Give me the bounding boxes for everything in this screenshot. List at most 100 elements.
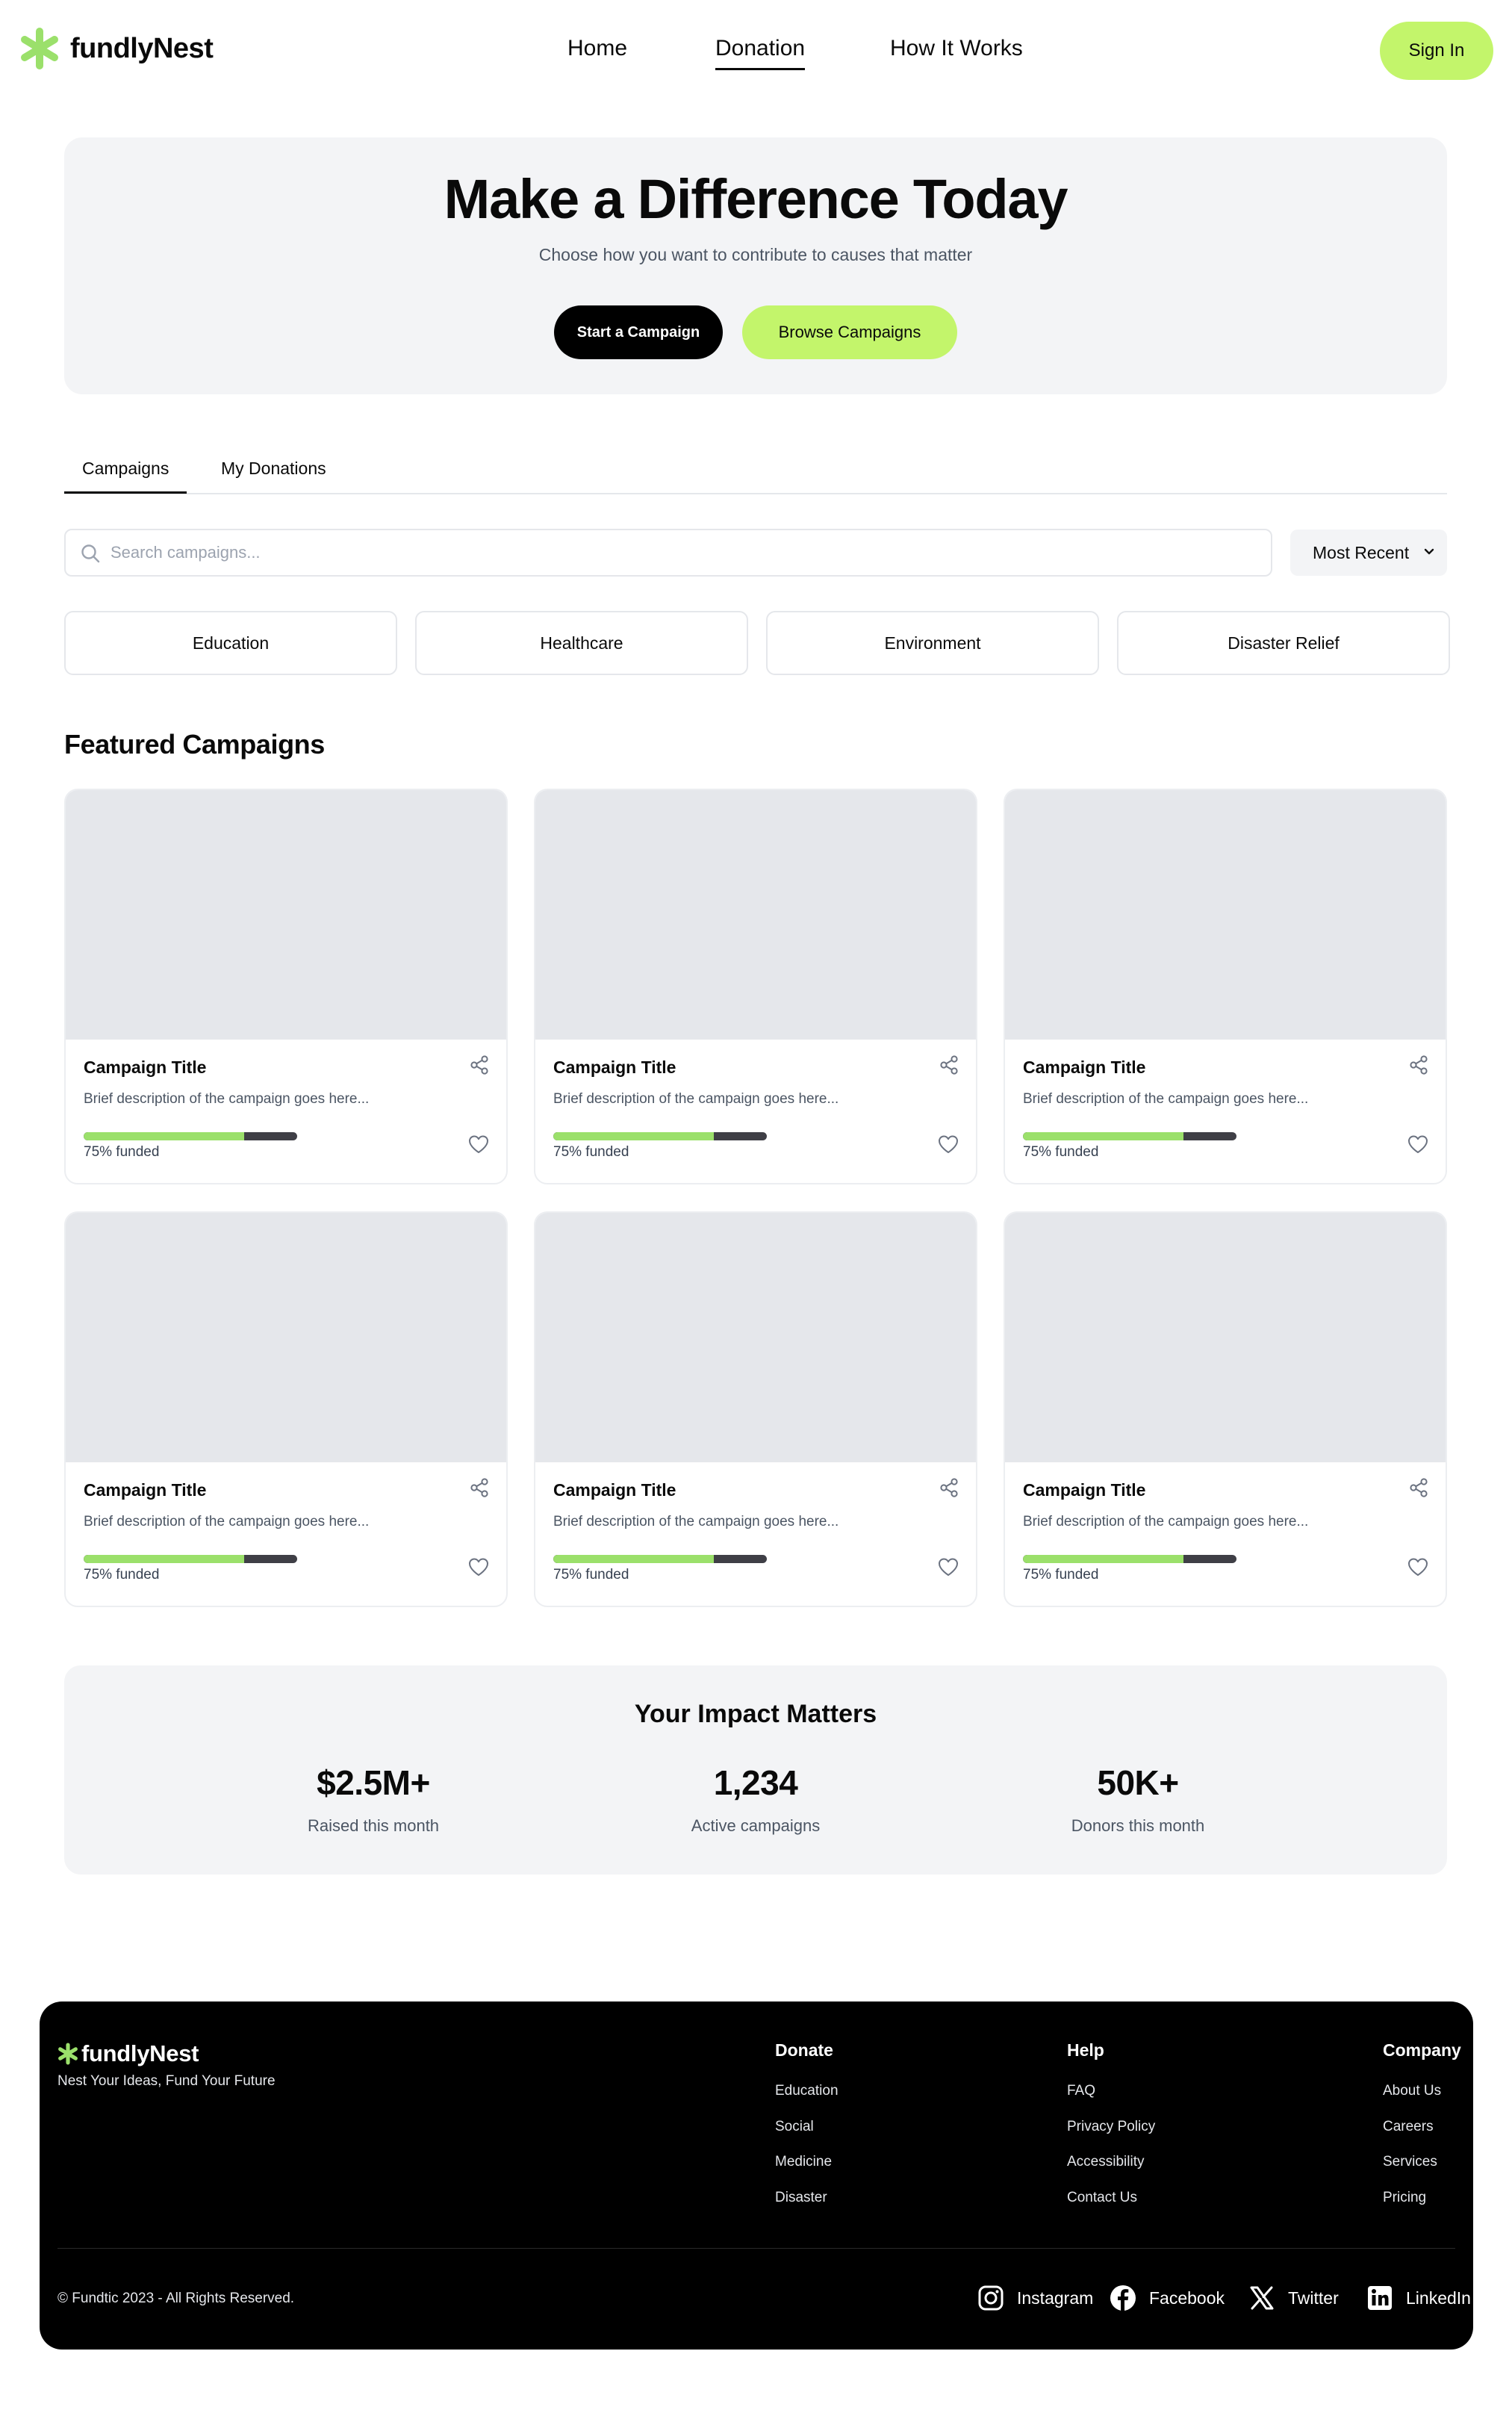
chevron-down-icon [1424,548,1434,555]
footer-brand-name: fundlyNest [81,2040,199,2066]
progress-fill [84,1132,244,1140]
progress-fill [553,1555,714,1563]
footer-link-contact-us[interactable]: Contact Us [1067,2190,1155,2226]
asterisk-icon [58,2043,78,2065]
footer-col-company: Company About Us Careers Services Pricin… [1383,2040,1461,2225]
heart-icon[interactable] [467,1134,490,1155]
impact-title: Your Impact Matters [634,1700,877,1728]
campaign-card[interactable]: Campaign Title Brief description of the c… [534,1211,977,1607]
stat-value: 50K+ [1097,1763,1179,1802]
campaign-description: Brief description of the campaign goes h… [84,1091,370,1107]
footer-link-medicine[interactable]: Medicine [775,2154,839,2190]
category-education[interactable]: Education [64,611,397,675]
footer-link-disaster[interactable]: Disaster [775,2190,839,2226]
social-twitter[interactable]: Twitter [1248,2284,1339,2312]
search-icon [81,544,100,563]
campaign-card[interactable]: Campaign Title Brief description of the c… [64,789,508,1184]
footer-link-about-us[interactable]: About Us [1383,2083,1461,2119]
stat-label: Raised this month [307,1816,440,1835]
stat-donors: 50K+ Donors this month [989,1763,1287,1836]
top-nav: fundlyNest Home Donation How It Works Si… [0,0,1512,102]
social-instagram[interactable]: Instagram [977,2284,1093,2312]
footer-col-help: Help FAQ Privacy Policy Accessibility Co… [1067,2040,1155,2225]
campaign-image-placeholder [66,790,506,1040]
campaign-card[interactable]: Campaign Title Brief description of the c… [64,1211,508,1607]
footer-col-heading: Help [1067,2040,1104,2060]
campaign-description: Brief description of the campaign goes h… [84,1514,370,1530]
footer-link-services[interactable]: Services [1383,2154,1461,2190]
share-icon[interactable] [1408,1055,1429,1075]
search-input[interactable] [111,538,1231,568]
footer-link-education[interactable]: Education [775,2083,839,2119]
nav-donation[interactable]: Donation [715,36,806,70]
featured-title: Featured Campaigns [64,729,325,760]
progress-bar [84,1555,297,1563]
site-footer: fundlyNest Nest Your Ideas, Fund Your Fu… [40,2001,1473,2350]
progress-bar [1023,1555,1236,1563]
footer-link-accessibility[interactable]: Accessibility [1067,2154,1155,2190]
campaign-description: Brief description of the campaign goes h… [1023,1514,1309,1530]
footer-logo[interactable]: fundlyNest [57,2040,199,2067]
heart-icon[interactable] [937,1556,959,1577]
footer-link-social[interactable]: Social [775,2119,839,2155]
share-icon[interactable] [469,1477,490,1498]
campaign-card[interactable]: Campaign Title Brief description of the c… [1004,1211,1447,1607]
category-disaster-relief[interactable]: Disaster Relief [1117,611,1450,675]
campaign-card[interactable]: Campaign Title Brief description of the c… [1004,789,1447,1184]
funded-label: 75% funded [553,1144,629,1160]
sort-select[interactable]: Most Recent [1290,530,1447,576]
heart-icon[interactable] [1407,1556,1429,1577]
tab-campaigns[interactable]: Campaigns [63,459,187,494]
nav-links: Home Donation How It Works [0,36,1512,73]
footer-tagline: Nest Your Ideas, Fund Your Future [57,2073,276,2089]
campaign-image-placeholder [1005,790,1446,1040]
heart-icon[interactable] [467,1556,490,1577]
footer-link-pricing[interactable]: Pricing [1383,2190,1461,2226]
campaign-title: Campaign Title [84,1058,207,1077]
campaign-image-placeholder [535,790,976,1040]
category-healthcare[interactable]: Healthcare [415,611,748,675]
impact-section: Your Impact Matters $2.5M+ Raised this m… [64,1665,1447,1875]
stat-raised: $2.5M+ Raised this month [224,1763,523,1836]
share-icon[interactable] [939,1055,959,1075]
x-twitter-icon [1250,2286,1274,2310]
share-icon[interactable] [469,1055,490,1075]
social-facebook[interactable]: Facebook [1109,2284,1225,2312]
campaign-card[interactable]: Campaign Title Brief description of the c… [534,789,977,1184]
funded-label: 75% funded [84,1567,160,1583]
footer-copyright: © Fundtic 2023 - All Rights Reserved. [57,2291,295,2306]
footer-link-privacy-policy[interactable]: Privacy Policy [1067,2119,1155,2155]
category-environment[interactable]: Environment [766,611,1099,675]
tab-bar: Campaigns My Donations [63,448,1447,494]
sort-selected-value: Most Recent [1313,542,1410,562]
footer-link-faq[interactable]: FAQ [1067,2083,1155,2119]
campaign-title: Campaign Title [553,1480,676,1500]
start-campaign-button[interactable]: Start a Campaign [554,305,723,359]
linkedin-icon [1368,2286,1392,2310]
funded-label: 75% funded [84,1144,160,1160]
instagram-icon [978,2285,1004,2311]
share-icon[interactable] [1408,1477,1429,1498]
hero-subtitle: Choose how you want to contribute to cau… [538,245,973,264]
share-icon[interactable] [939,1477,959,1498]
heart-icon[interactable] [937,1134,959,1155]
campaign-title: Campaign Title [1023,1480,1146,1500]
heart-icon[interactable] [1407,1134,1429,1155]
nav-home[interactable]: Home [567,36,627,61]
facebook-icon [1110,2285,1136,2311]
browse-campaigns-button[interactable]: Browse Campaigns [742,305,957,359]
tab-my-donations[interactable]: My Donations [221,459,326,479]
social-label: Twitter [1288,2288,1339,2308]
footer-link-careers[interactable]: Careers [1383,2119,1461,2155]
footer-divider [57,2248,1455,2249]
campaign-title: Campaign Title [1023,1058,1146,1077]
stat-value: $2.5M+ [317,1763,430,1802]
sign-in-button[interactable]: Sign In [1380,22,1493,80]
social-linkedin[interactable]: LinkedIn [1366,2284,1471,2312]
nav-how-it-works[interactable]: How It Works [890,36,1023,61]
footer-col-heading: Donate [775,2040,833,2060]
campaign-description: Brief description of the campaign goes h… [553,1091,839,1107]
stat-label: Active campaigns [691,1816,821,1835]
stat-active-campaigns: 1,234 Active campaigns [606,1763,905,1836]
social-label: LinkedIn [1406,2288,1471,2308]
